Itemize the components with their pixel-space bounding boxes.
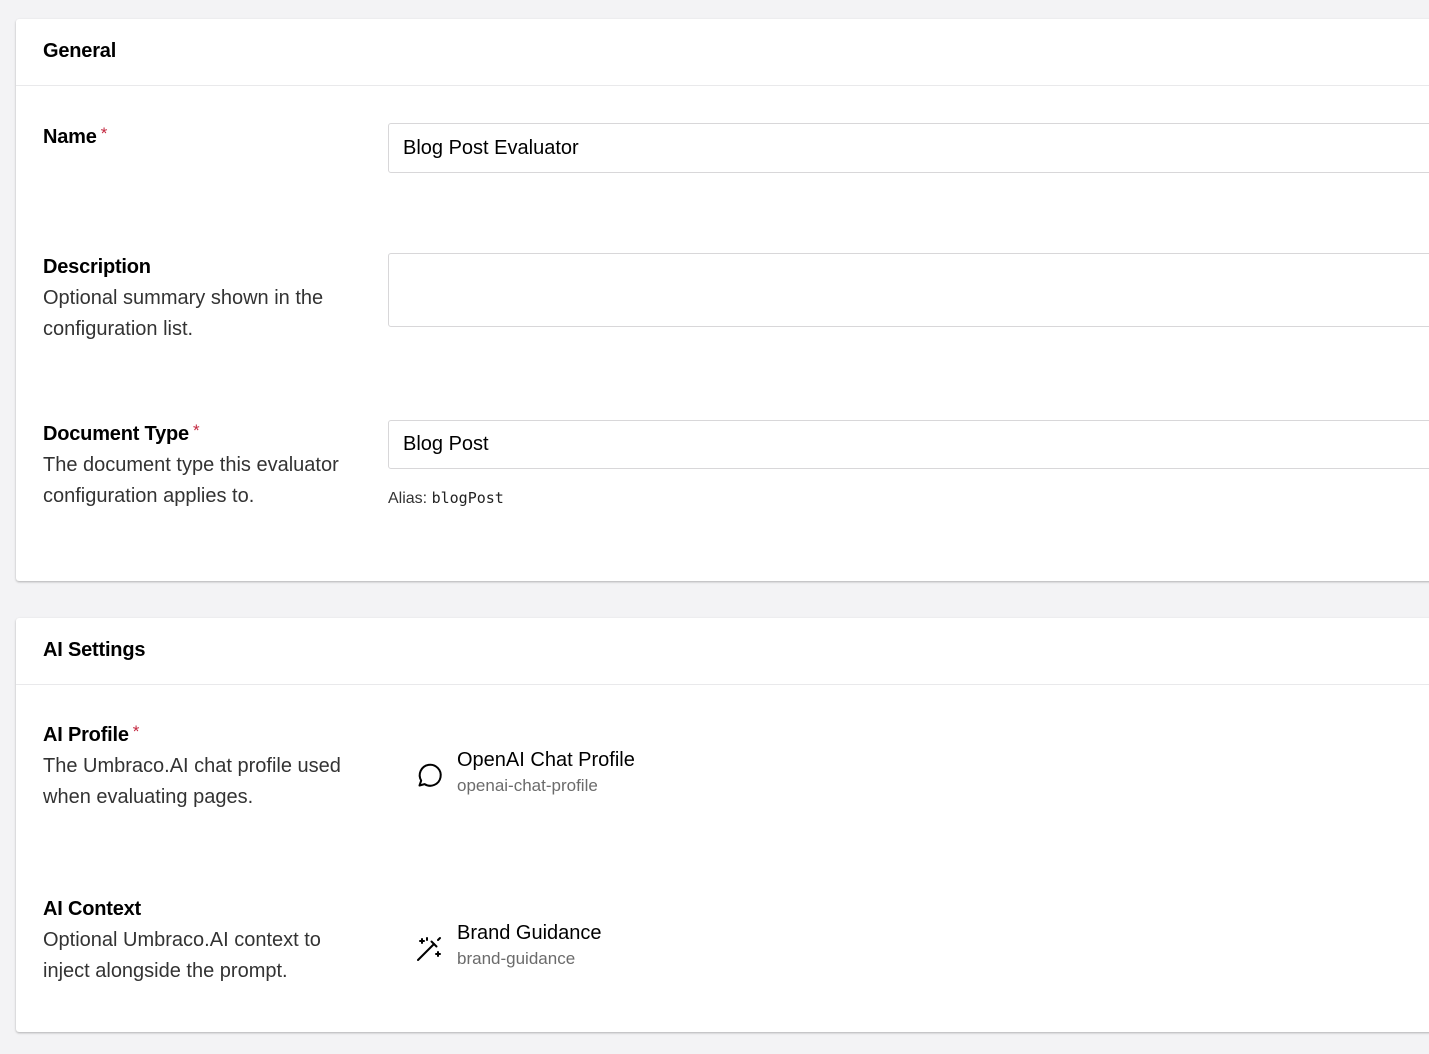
- ai-profile-name: OpenAI Chat Profile: [457, 749, 635, 771]
- required-marker: *: [192, 421, 200, 440]
- ai-context-reference-item[interactable]: Brand Guidance brand-guidance: [414, 922, 814, 974]
- ai-context-alias: brand-guidance: [457, 949, 576, 968]
- ai-profile-reference-item[interactable]: OpenAI Chat Profile openai-chat-profile: [414, 749, 814, 801]
- description-label: Description: [43, 256, 151, 278]
- magic-wand-icon: [417, 937, 441, 961]
- ai-profile-help-text: The Umbraco.AI chat profile used when ev…: [43, 755, 341, 808]
- ai-context-property-label: AI Context Optional Umbraco.AI context t…: [43, 897, 353, 987]
- description-property-label: Description Optional summary shown in th…: [43, 255, 353, 345]
- ai-settings-box: AI Settings AI Profile * The Umbraco.AI c…: [16, 618, 1429, 1032]
- name-input[interactable]: [388, 123, 1429, 173]
- ai-context-label: AI Context: [43, 898, 142, 920]
- chat-bubble-icon: [418, 763, 442, 787]
- ai-settings-box-header: AI Settings: [16, 618, 1429, 685]
- ai-profile-property-label: AI Profile * The Umbraco.AI chat profile …: [43, 722, 353, 813]
- ai-profile-label: AI Profile *: [43, 722, 140, 746]
- ai-context-name: Brand Guidance: [457, 922, 602, 944]
- alias-label: Alias:: [388, 490, 428, 507]
- document-type-help-text: The document type this evaluator configu…: [43, 454, 339, 507]
- general-box-header: General: [16, 19, 1429, 86]
- description-help-text: Optional summary shown in the configurat…: [43, 287, 324, 340]
- required-marker: *: [132, 722, 140, 741]
- document-type-input[interactable]: [388, 420, 1429, 469]
- document-type-property-label: Document Type * The document type this ev…: [43, 421, 353, 512]
- name-label: Name *: [43, 124, 108, 148]
- ai-context-help-text: Optional Umbraco.AI context to inject al…: [43, 929, 321, 982]
- general-box: General Name* Description Optional summa…: [16, 19, 1429, 581]
- document-type-alias: Alias: blogPost: [388, 489, 504, 508]
- ai-settings-box-title: AI Settings: [43, 639, 146, 661]
- description-textarea[interactable]: [388, 253, 1429, 327]
- required-marker: *: [100, 124, 108, 143]
- alias-value: blogPost: [431, 489, 504, 507]
- general-box-title: General: [43, 40, 117, 62]
- name-property-label: Name *: [43, 124, 353, 149]
- document-type-label: Document Type *: [43, 421, 200, 445]
- ai-profile-alias: openai-chat-profile: [457, 776, 598, 795]
